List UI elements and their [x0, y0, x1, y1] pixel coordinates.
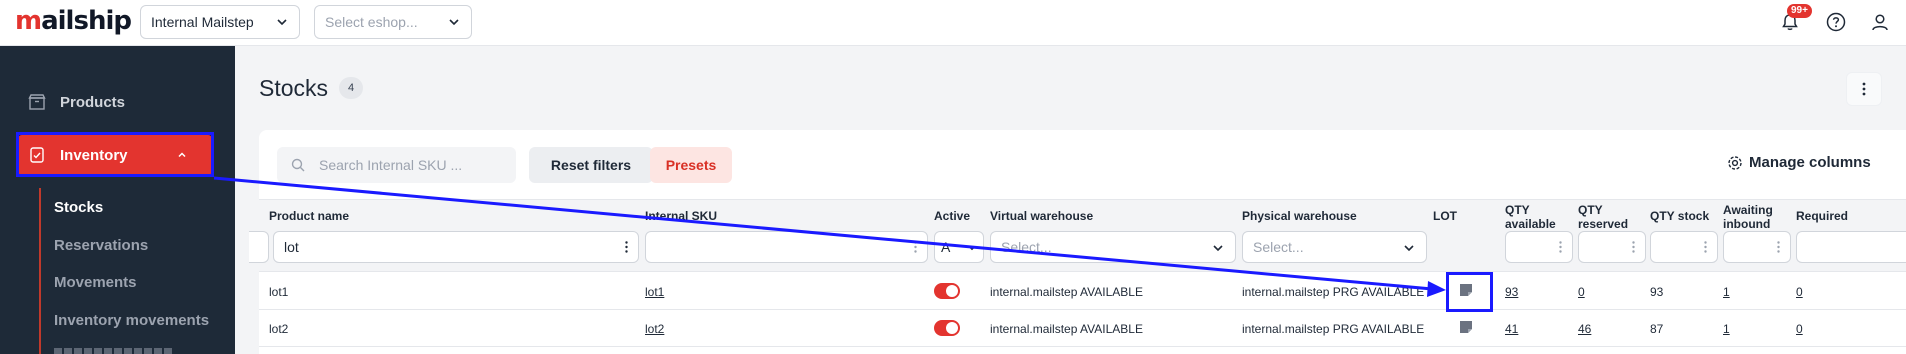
reset-filters-button[interactable]: Reset filters	[529, 147, 653, 183]
annotation-highlight-lot-icon	[1446, 272, 1493, 312]
user-account-icon[interactable]	[1867, 9, 1893, 35]
cell-awaiting-inbound-link[interactable]: 1	[1723, 285, 1730, 299]
chevron-down-icon	[1213, 245, 1223, 252]
cell-qty-available-link[interactable]: 93	[1505, 285, 1518, 299]
sidebar-item-label: Products	[60, 93, 126, 111]
sidebar-subitem-inventory-movements[interactable]: Inventory movements	[54, 312, 209, 329]
cell-awaiting-inbound-link[interactable]: 1	[1723, 322, 1730, 336]
mailship-logo[interactable]: mailship	[15, 6, 132, 36]
chevron-down-icon	[1404, 245, 1414, 252]
filter-active-select[interactable]: A	[934, 231, 984, 263]
stocks-table-card: Search Internal SKU ... Reset filters Pr…	[249, 130, 1906, 354]
eshop-select[interactable]: Select eshop...	[314, 5, 472, 39]
vertical-dots-icon[interactable]	[1704, 241, 1707, 253]
column-header-virtual-warehouse[interactable]: Virtual warehouse	[990, 209, 1093, 223]
cell-virtual-warehouse: internal.mailstep AVAILABLE	[990, 285, 1143, 299]
filter-active-value: A	[941, 239, 951, 255]
filter-previous-column[interactable]	[249, 231, 269, 263]
sidebar: Products Inventory Stocks Reservations M…	[0, 46, 235, 354]
lot-note-icon[interactable]	[1459, 320, 1473, 334]
chevron-down-icon	[968, 246, 976, 251]
column-header-required[interactable]: Required	[1796, 209, 1848, 223]
column-header-product-name[interactable]: Product name	[269, 209, 349, 223]
column-header-qty-reserved[interactable]: QTY reserved	[1578, 203, 1628, 231]
sidebar-subitem-movements[interactable]: Movements	[54, 274, 137, 291]
cell-physical-warehouse: internal.mailstep PRG AVAILABLE	[1242, 285, 1425, 299]
filter-qty-available-input[interactable]	[1505, 231, 1573, 263]
column-header-active[interactable]: Active	[934, 209, 970, 223]
search-input[interactable]: Search Internal SKU ...	[277, 147, 516, 183]
help-icon[interactable]	[1823, 9, 1849, 35]
cell-required-link[interactable]: 0	[1796, 285, 1803, 299]
vertical-dots-icon[interactable]	[1777, 241, 1780, 253]
stocks-count-badge: 4	[339, 77, 363, 99]
filter-qty-stock-input[interactable]	[1650, 231, 1718, 263]
top-bar: mailship Internal Mailstep Select eshop.…	[0, 0, 1906, 46]
warehouse-select-value: Internal Mailstep	[151, 14, 254, 30]
cell-qty-available-link[interactable]: 41	[1505, 322, 1518, 336]
column-header-physical-warehouse[interactable]: Physical warehouse	[1242, 209, 1357, 223]
cell-required-link[interactable]: 0	[1796, 322, 1803, 336]
box-icon	[28, 94, 46, 110]
filter-awaiting-inbound-input[interactable]	[1723, 231, 1791, 263]
table-row[interactable]: lot2 lot2 internal.mailstep AVAILABLE in…	[259, 310, 1906, 347]
manage-columns-label: Manage columns	[1749, 154, 1871, 171]
filter-internal-sku-input[interactable]	[645, 231, 928, 263]
vertical-dots-icon	[1862, 82, 1866, 96]
cell-product-name: lot1	[269, 285, 289, 299]
annotation-highlight-inventory	[16, 132, 214, 177]
filter-physical-warehouse-placeholder: Select...	[1253, 239, 1304, 255]
cell-qty-stock: 93	[1650, 285, 1664, 299]
cell-qty-reserved-link[interactable]: 0	[1578, 285, 1585, 299]
table-row[interactable]: lot1 lot1 internal.mailstep AVAILABLE in…	[259, 273, 1906, 310]
column-header-internal-sku[interactable]: Internal SKU	[645, 209, 717, 223]
page-title: Stocks	[259, 75, 329, 101]
cell-qty-stock: 87	[1650, 322, 1664, 336]
eshop-select-placeholder: Select eshop...	[325, 14, 418, 30]
filter-product-name-input[interactable]: lot	[273, 231, 639, 263]
manage-columns-button[interactable]: Manage columns	[1727, 154, 1871, 171]
chevron-down-icon	[277, 19, 287, 26]
active-toggle[interactable]	[934, 283, 960, 299]
filter-physical-warehouse-select[interactable]: Select...	[1242, 231, 1427, 263]
vertical-dots-icon[interactable]	[1632, 241, 1635, 253]
table-header: Product name Internal SKU Active Virtual…	[249, 199, 1906, 272]
sidebar-subitem-reservations[interactable]: Reservations	[54, 237, 148, 254]
sidebar-subitem-partial	[54, 346, 174, 354]
presets-button[interactable]: Presets	[650, 147, 732, 183]
filter-required-input[interactable]	[1796, 231, 1906, 263]
active-toggle[interactable]	[934, 320, 960, 336]
page-menu-button[interactable]	[1846, 72, 1882, 106]
column-header-qty-stock[interactable]: QTY stock	[1650, 209, 1709, 223]
column-header-awaiting-inbound[interactable]: Awaiting inbound	[1723, 203, 1773, 231]
cell-qty-reserved-link[interactable]: 46	[1578, 322, 1591, 336]
filter-virtual-warehouse-placeholder: Select...	[1001, 239, 1052, 255]
column-header-lot[interactable]: LOT	[1433, 209, 1457, 223]
cell-product-name: lot2	[269, 322, 289, 336]
filter-qty-reserved-input[interactable]	[1578, 231, 1646, 263]
search-icon	[291, 158, 305, 172]
chevron-down-icon	[449, 19, 459, 26]
vertical-dots-icon[interactable]	[914, 241, 917, 253]
cell-physical-warehouse: internal.mailstep PRG AVAILABLE	[1242, 322, 1425, 336]
column-header-qty-available[interactable]: QTY available	[1505, 203, 1556, 231]
sidebar-subitem-stocks[interactable]: Stocks	[54, 199, 103, 216]
gear-icon	[1728, 155, 1742, 170]
notification-count-badge: 99+	[1787, 4, 1812, 18]
cell-virtual-warehouse: internal.mailstep AVAILABLE	[990, 322, 1143, 336]
submenu-divider	[39, 188, 41, 354]
sidebar-item-products[interactable]: Products	[18, 82, 212, 122]
vertical-dots-icon[interactable]	[1559, 241, 1562, 253]
vertical-dots-icon[interactable]	[625, 241, 628, 253]
warehouse-select[interactable]: Internal Mailstep	[140, 5, 300, 39]
search-placeholder: Search Internal SKU ...	[319, 157, 463, 173]
cell-internal-sku-link[interactable]: lot1	[645, 285, 664, 299]
cell-internal-sku-link[interactable]: lot2	[645, 322, 664, 336]
filter-virtual-warehouse-select[interactable]: Select...	[990, 231, 1236, 263]
filter-product-name-value: lot	[284, 239, 299, 255]
